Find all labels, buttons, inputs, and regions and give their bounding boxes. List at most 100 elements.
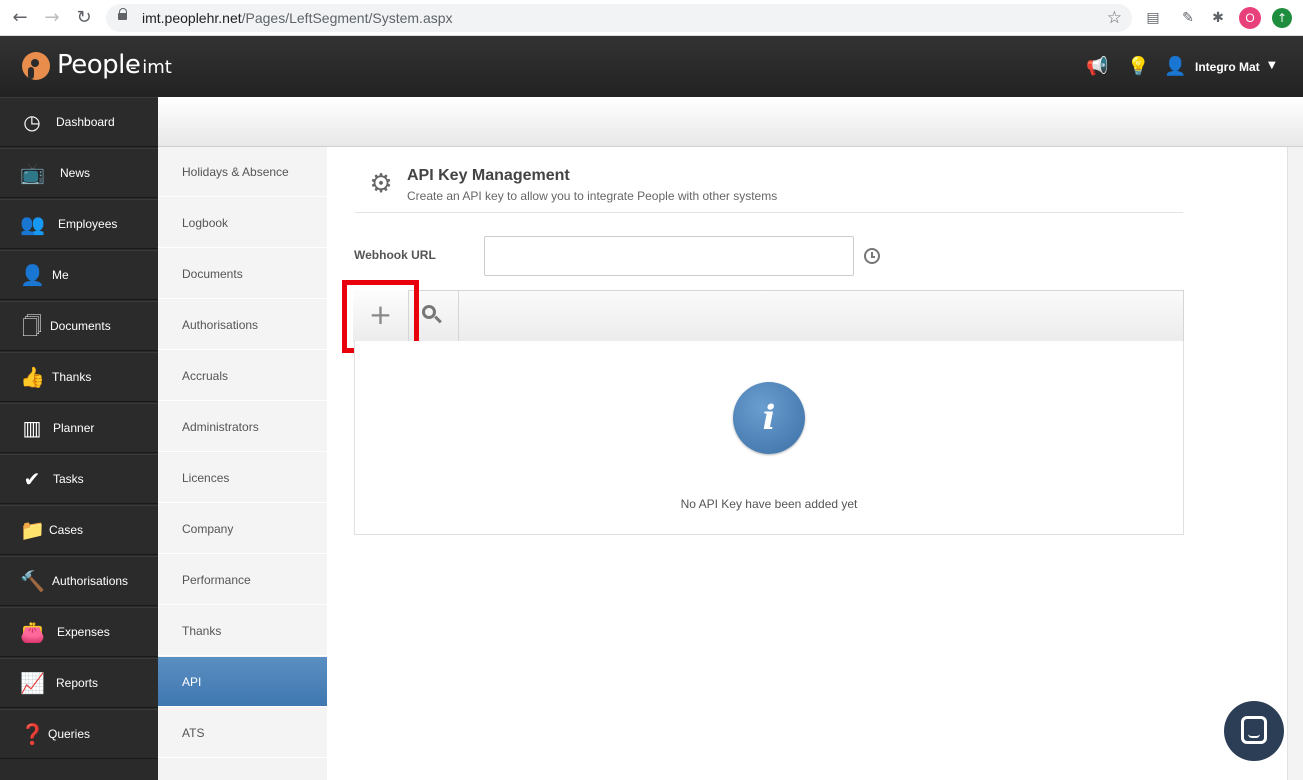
user-star-icon: 👤 <box>20 263 45 287</box>
nav-label: Cases <box>49 523 84 537</box>
chevron-down-icon[interactable]: ▼ <box>1268 60 1276 71</box>
gear-icon: ⚙ <box>369 169 393 199</box>
company-name: - imt <box>130 57 172 78</box>
title-divider <box>355 212 1183 213</box>
sub-item-authorisations[interactable]: Authorisations <box>158 300 327 350</box>
users-icon: 👥 <box>20 212 45 236</box>
sub-item-thanks[interactable]: Thanks <box>158 606 327 656</box>
nav-item-thanks[interactable]: 👍 Thanks <box>0 352 158 402</box>
sub-label: Logbook <box>182 216 229 230</box>
nav-item-tasks[interactable]: ✔ Tasks <box>0 454 158 504</box>
nav-item-expenses[interactable]: 👛 Expenses <box>0 607 158 657</box>
search-button[interactable] <box>409 291 459 341</box>
browser-toolbar: ← → ↻ imt.peoplehr.net/Pages/LeftSegment… <box>0 0 1303 36</box>
url-text: imt.peoplehr.net/Pages/LeftSegment/Syste… <box>142 10 453 26</box>
folder-icon: 📁 <box>20 518 45 542</box>
sub-label: ATS <box>182 726 205 740</box>
nav-label: Thanks <box>52 370 92 384</box>
back-icon[interactable]: ← <box>10 8 30 28</box>
megaphone-icon[interactable]: 📢 <box>1086 56 1108 77</box>
sub-label: API <box>182 675 202 689</box>
left-navigation: ◷ Dashboard 📺 News 👥 Employees 👤 Me 🗍 Do… <box>0 97 158 780</box>
page-subtitle: Create an API key to allow you to integr… <box>407 189 778 203</box>
page-title: API Key Management <box>407 167 570 184</box>
nav-item-queries[interactable]: ❓ Queries <box>0 709 158 759</box>
people-logo-icon[interactable] <box>22 52 50 80</box>
thumbs-up-icon: 👍 <box>20 365 45 389</box>
sub-label: Performance <box>182 573 251 587</box>
planner-icon: ▥ <box>22 416 42 440</box>
nav-item-authorisations[interactable]: 🔨 Authorisations <box>0 556 158 606</box>
nav-item-planner[interactable]: ▥ Planner <box>0 403 158 453</box>
nav-label: Employees <box>58 217 118 231</box>
bookmark-star-icon[interactable]: ☆ <box>1107 8 1122 28</box>
nav-label: Dashboard <box>56 115 115 129</box>
nav-label: Expenses <box>57 625 110 639</box>
check-icon: ✔ <box>23 467 41 491</box>
nav-label: Authorisations <box>52 574 129 588</box>
sub-item-accruals[interactable]: Accruals <box>158 351 327 401</box>
nav-label: Planner <box>53 421 95 435</box>
sub-item-documents[interactable]: Documents <box>158 249 327 299</box>
clock-icon[interactable] <box>864 248 880 264</box>
sub-item-logbook[interactable]: Logbook <box>158 198 327 248</box>
sub-label: Accruals <box>182 369 229 383</box>
sub-item-administrators[interactable]: Administrators <box>158 402 327 452</box>
extensions-puzzle-icon[interactable]: ✱ <box>1208 8 1228 28</box>
system-sub-navigation: Holidays & Absence Logbook Documents Aut… <box>158 147 327 780</box>
gavel-icon: 🔨 <box>20 569 45 593</box>
extension-doc-icon[interactable]: ▤ <box>1143 8 1163 28</box>
user-icon[interactable]: 👤 <box>1164 56 1186 77</box>
info-icon: i <box>733 382 805 454</box>
sub-item-company[interactable]: Company <box>158 504 327 554</box>
sub-label: Holidays & Absence <box>182 165 289 179</box>
nav-item-reports[interactable]: 📈 Reports <box>0 658 158 708</box>
sub-item-performance[interactable]: Performance <box>158 555 327 605</box>
nav-label: News <box>60 166 91 180</box>
question-doc-icon: ❓ <box>20 722 45 746</box>
tv-icon: 📺 <box>20 161 45 185</box>
sub-label: Company <box>182 522 234 536</box>
update-icon[interactable]: ↑ <box>1272 8 1292 28</box>
address-bar[interactable]: imt.peoplehr.net/Pages/LeftSegment/Syste… <box>106 4 1132 32</box>
reload-icon[interactable]: ↻ <box>74 8 94 28</box>
profile-avatar[interactable]: O <box>1239 7 1261 29</box>
right-edge-panel <box>1287 147 1303 780</box>
sub-label: Thanks <box>182 624 222 638</box>
chat-bubble-icon <box>1241 716 1267 744</box>
sub-item-ats[interactable]: ATS <box>158 708 327 758</box>
nav-item-dashboard[interactable]: ◷ Dashboard <box>0 97 158 147</box>
nav-label: Documents <box>50 319 111 333</box>
sub-label: Documents <box>182 267 243 281</box>
nav-item-me[interactable]: 👤 Me <box>0 250 158 300</box>
sub-label: Licences <box>182 471 230 485</box>
sub-item-api[interactable]: API <box>158 657 327 707</box>
user-menu-name[interactable]: Integro Mat <box>1195 60 1260 74</box>
nav-item-cases[interactable]: 📁 Cases <box>0 505 158 555</box>
nav-label: Queries <box>48 727 91 741</box>
empty-state-message: No API Key have been added yet <box>680 497 858 511</box>
sub-label: Authorisations <box>182 318 259 332</box>
webhook-url-label: Webhook URL <box>354 248 436 262</box>
sub-label: Administrators <box>182 420 259 434</box>
app-header: People - imt 📢 💡 👤 Integro Mat ▼ <box>0 36 1303 97</box>
nav-label: Reports <box>56 676 99 690</box>
nav-label: Me <box>52 268 69 282</box>
sub-item-licences[interactable]: Licences <box>158 453 327 503</box>
dashboard-icon: ◷ <box>23 110 41 134</box>
lightbulb-icon[interactable]: 💡 <box>1127 56 1149 77</box>
webhook-url-input[interactable] <box>484 236 854 276</box>
chat-launcher-button[interactable] <box>1224 701 1284 761</box>
api-key-toolbar <box>354 290 1184 342</box>
chart-icon: 📈 <box>20 671 45 695</box>
nav-label: Tasks <box>53 472 84 486</box>
search-icon-handle <box>434 315 442 324</box>
logo-text[interactable]: People <box>57 50 141 80</box>
forward-icon[interactable]: → <box>42 8 62 28</box>
lock-icon <box>118 8 127 22</box>
nav-item-news[interactable]: 📺 News <box>0 148 158 198</box>
extension-pen-icon[interactable]: ✎ <box>1178 8 1198 28</box>
nav-item-employees[interactable]: 👥 Employees <box>0 199 158 249</box>
nav-item-documents[interactable]: 🗍 Documents <box>0 301 158 351</box>
sub-item-holidays-absence[interactable]: Holidays & Absence <box>158 147 327 197</box>
